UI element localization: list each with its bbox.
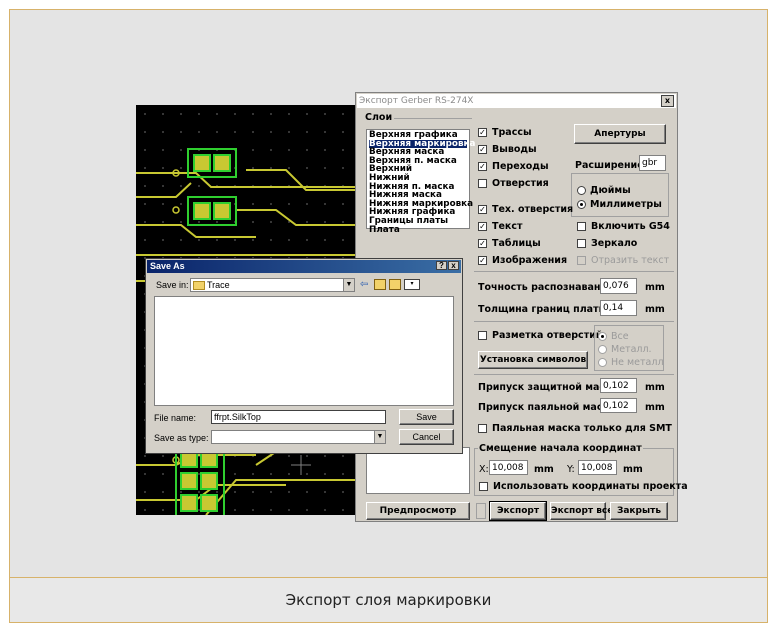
option-checkbox[interactable]: [577, 222, 586, 231]
checkbox-label: Отверстия: [492, 178, 549, 189]
save-in-value: Trace: [207, 280, 230, 290]
save-in-label: Save in:: [156, 280, 189, 290]
apertures-button[interactable]: Апертуры: [574, 124, 666, 144]
paste-mask-label: Припуск паяльной маски:: [478, 402, 620, 413]
checkbox[interactable]: [478, 179, 487, 188]
view-menu-icon[interactable]: ▾: [404, 279, 420, 290]
units-radio[interactable]: [577, 186, 586, 195]
hole-marking-label: Разметка отверстий: [492, 330, 603, 341]
x-offset-unit: mm: [534, 464, 554, 475]
new-folder-icon[interactable]: [389, 279, 401, 290]
paste-mask-field[interactable]: 0,102: [600, 398, 637, 413]
extension-label: Расширение:: [575, 160, 648, 171]
export-all-button[interactable]: Экспорт все: [550, 502, 613, 520]
separator-3: [474, 374, 674, 375]
use-project-coords-checkbox[interactable]: [479, 482, 488, 491]
y-label: Y:: [567, 464, 575, 475]
hole-option-radio[interactable]: [598, 332, 607, 341]
precision-field[interactable]: 0,076: [600, 278, 637, 294]
layers-separator: [394, 118, 472, 119]
checkbox-label: Тех. отверстия: [492, 204, 574, 215]
border-thickness-unit: mm: [645, 304, 665, 315]
save-button[interactable]: Save: [399, 409, 454, 425]
precision-unit: mm: [645, 282, 665, 293]
checkbox[interactable]: ✓: [478, 205, 487, 214]
paste-mask-unit: mm: [645, 402, 665, 413]
checkbox-label: Трассы: [492, 127, 532, 138]
border-thickness-label: Толщина границ платы:: [478, 304, 611, 315]
save-in-combo[interactable]: Trace ▼: [190, 278, 355, 292]
option-checkbox[interactable]: [577, 239, 586, 248]
folder-icon: [193, 281, 205, 291]
close-icon[interactable]: x: [448, 261, 459, 270]
option-checkbox-label: Отразить текст: [591, 255, 670, 266]
border-thickness-field[interactable]: 0,14: [600, 300, 637, 316]
layers-list[interactable]: Верхняя графика Верхняя маркировка Верхняя…: [366, 129, 475, 234]
x-offset-field[interactable]: 10,008: [489, 460, 528, 475]
export-button[interactable]: Экспорт: [489, 501, 547, 521]
option-checkbox-label: Включить G54: [591, 221, 670, 232]
preview-button[interactable]: Предпросмотр: [366, 502, 470, 520]
checkbox[interactable]: ✓: [478, 162, 487, 171]
checkbox[interactable]: ✓: [478, 256, 487, 265]
hole-option-radio[interactable]: [598, 358, 607, 367]
hole-option-radio[interactable]: [598, 345, 607, 354]
units-label: Миллиметры: [590, 199, 662, 210]
save-as-type-label: Save as type:: [154, 433, 209, 443]
symbol-setup-button[interactable]: Установка символов: [478, 351, 588, 369]
splitter-handle[interactable]: [476, 503, 486, 519]
separator-1: [474, 271, 674, 272]
units-radio[interactable]: [577, 200, 586, 209]
layers-group-label: Слои: [365, 112, 393, 123]
y-offset-field[interactable]: 10,008: [578, 460, 617, 475]
precision-label: Точность распознавания:: [478, 282, 618, 293]
checkbox[interactable]: ✓: [478, 145, 487, 154]
units-label: Дюймы: [590, 185, 631, 196]
smt-only-label: Паяльная маска только для SMT: [492, 423, 672, 434]
save-as-dialog: Save As ? x Save in: Trace ▼ ⇦ ▾ File na…: [145, 258, 463, 454]
close-button[interactable]: Закрыть: [610, 502, 668, 520]
checkbox-label: Изображения: [492, 255, 568, 266]
hole-option-label: Все: [611, 331, 629, 342]
checkbox[interactable]: ✓: [478, 222, 487, 231]
checkbox[interactable]: ✓: [478, 239, 487, 248]
use-project-coords-label: Использовать координаты проекта: [493, 481, 688, 492]
gerber-close-icon[interactable]: x: [661, 95, 674, 107]
checkbox-label: Выводы: [492, 144, 537, 155]
file-name-label: File name:: [154, 413, 197, 423]
layers-list-lower: [366, 447, 470, 494]
option-checkbox[interactable]: [577, 256, 586, 265]
y-offset-unit: mm: [623, 464, 643, 475]
solder-mask-unit: mm: [645, 382, 665, 393]
file-name-input[interactable]: ffrpt.SilkTop: [211, 410, 386, 424]
chevron-down-icon[interactable]: ▼: [374, 431, 385, 443]
layer-item[interactable]: Плата: [369, 225, 467, 235]
save-as-type-combo[interactable]: ▼: [211, 430, 386, 444]
back-icon[interactable]: ⇦: [360, 279, 368, 290]
hole-option-label: Металл.: [611, 344, 652, 355]
help-icon[interactable]: ?: [436, 261, 447, 270]
hole-marking-checkbox[interactable]: [478, 331, 487, 340]
up-folder-icon[interactable]: [374, 279, 386, 290]
offset-group-label: Смещение начала координат: [478, 443, 643, 454]
file-list[interactable]: [154, 296, 454, 406]
save-as-title: Save As: [147, 260, 461, 273]
figure-frame: Экспорт Gerber RS-274X x Слои Верхняя гр…: [9, 9, 768, 623]
hole-option-label: Не металл: [611, 357, 664, 368]
chevron-down-icon[interactable]: ▼: [343, 279, 354, 291]
checkbox-label: Текст: [492, 221, 523, 232]
smt-only-checkbox[interactable]: [478, 424, 487, 433]
solder-mask-field[interactable]: 0,102: [600, 378, 637, 393]
checkbox-label: Переходы: [492, 161, 549, 172]
checkbox-label: Таблицы: [492, 238, 541, 249]
gerber-dialog-title: Экспорт Gerber RS-274X: [357, 94, 676, 108]
separator-2: [474, 321, 674, 322]
checkbox[interactable]: ✓: [478, 128, 487, 137]
cancel-button[interactable]: Cancel: [399, 429, 454, 445]
figure-caption: Экспорт слоя маркировки: [10, 577, 767, 622]
extension-field[interactable]: gbr: [639, 155, 666, 171]
x-label: X:: [479, 464, 489, 475]
option-checkbox-label: Зеркало: [591, 238, 638, 249]
